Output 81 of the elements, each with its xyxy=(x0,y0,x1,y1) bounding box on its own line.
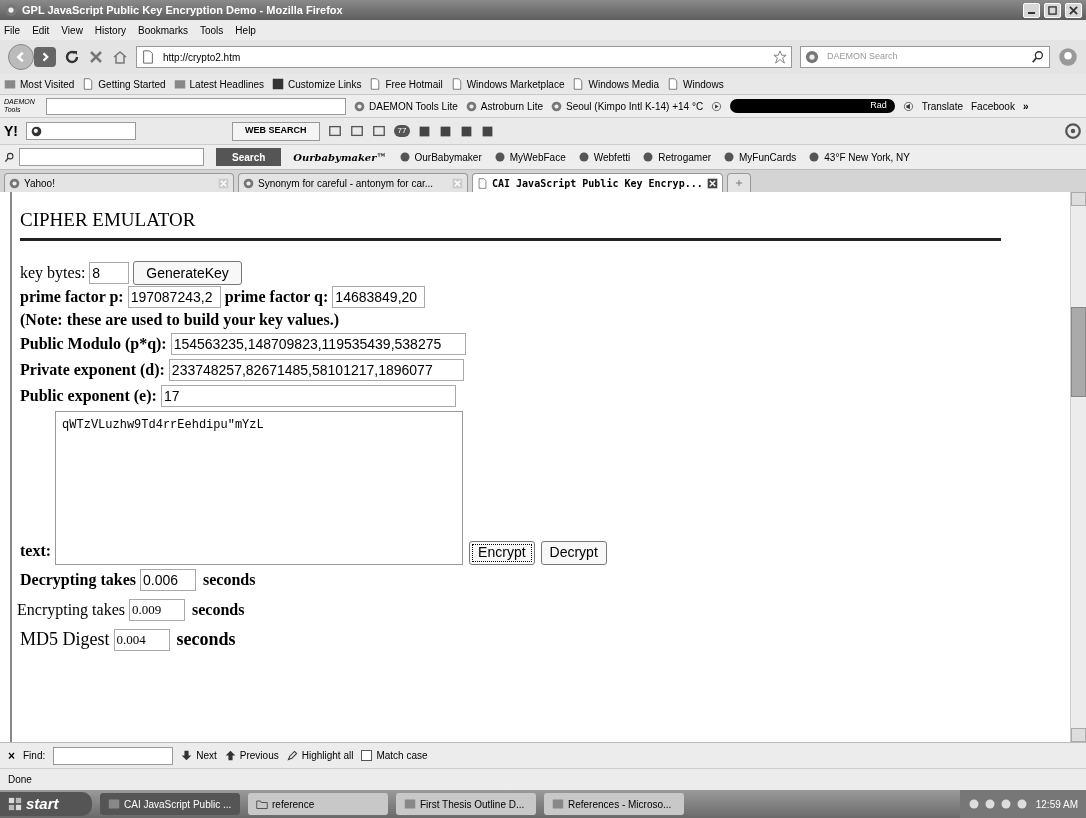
field-label: Private exponent (d): xyxy=(20,359,165,381)
radio-station-button[interactable]: Rad xyxy=(730,99,895,113)
taskbar-item[interactable]: First Thesis Outline D... xyxy=(396,793,536,815)
action-button[interactable]: Decrypt xyxy=(540,540,607,565)
find-label: Find: xyxy=(23,749,46,763)
pen-button[interactable]: Highlight all xyxy=(286,748,354,763)
field-label: Public exponent (e): xyxy=(20,385,157,407)
field-label: Public Modulo (p*q): xyxy=(20,333,167,355)
status-text: Done xyxy=(8,773,32,787)
browser-tab[interactable]: Yahoo! xyxy=(4,173,234,192)
bookmark-item[interactable]: Latest Headlines xyxy=(173,76,265,92)
browser-tab[interactable]: Synonym for careful - antonym for car... xyxy=(238,173,468,192)
toolbar-item[interactable]: Webfetti xyxy=(577,149,631,165)
browser-tab[interactable]: CAI JavaScript Public Key Encryp... xyxy=(472,173,723,192)
toolbar-item[interactable]: Seoul (Kimpo Intl K-14) +14 °C xyxy=(551,98,704,114)
page-heading: CIPHER EMULATOR xyxy=(20,208,197,232)
menu-item[interactable]: Help xyxy=(235,22,256,38)
close-button[interactable]: × xyxy=(8,746,15,765)
bookmark-item[interactable]: Windows Marketplace xyxy=(450,76,565,92)
clock-text: 12:59 AM xyxy=(1035,797,1078,812)
field-label: MD5 Digest xyxy=(20,628,110,651)
input-field[interactable]: 233748257,82671485,58101217,1896077 xyxy=(168,358,464,381)
toolbar-item[interactable]: Astroburn Lite xyxy=(465,98,543,114)
field-label: text: xyxy=(20,540,52,561)
taskbar-item[interactable]: CAI JavaScript Public ... xyxy=(100,793,240,815)
menu-item[interactable]: File xyxy=(4,22,21,38)
input-field[interactable]: 14683849,20 xyxy=(332,286,426,308)
search-placeholder: DAEMON Search xyxy=(827,50,899,64)
field-label: Encrypting takes xyxy=(17,599,125,621)
bookmark-item[interactable]: Windows Media xyxy=(572,76,660,92)
time-field[interactable]: 0.006 xyxy=(140,568,196,591)
menu-item[interactable]: Bookmarks xyxy=(138,22,188,38)
search-button[interactable]: Search xyxy=(216,148,282,166)
field-label: prime factor q: xyxy=(224,287,329,308)
input-field[interactable]: 8 xyxy=(89,262,130,284)
time-field[interactable]: 0.009 xyxy=(128,598,185,621)
address-bar[interactable]: http://crypto2.htm xyxy=(136,46,792,68)
down-arrow-button[interactable]: Next xyxy=(181,748,217,763)
bookmark-item[interactable]: Windows xyxy=(667,76,724,92)
url-text: http://crypto2.htm xyxy=(163,50,242,65)
toolbar-item[interactable]: DAEMON Tools Lite xyxy=(354,98,458,114)
input-field[interactable]: 17 xyxy=(160,384,456,407)
menu-item[interactable]: View xyxy=(61,22,83,38)
toolbar-item[interactable]: OurBabymaker xyxy=(398,149,482,165)
bookmark-item[interactable]: Getting Started xyxy=(82,76,166,92)
field-label: Decrypting takes xyxy=(20,569,136,591)
bookmark-item[interactable]: Customize Links xyxy=(272,76,362,92)
match-case-checkbox[interactable]: Match case xyxy=(361,748,428,763)
generate-key-button[interactable]: GenerateKey xyxy=(133,261,242,285)
bookmark-item[interactable]: Most Visited xyxy=(4,76,75,92)
menu-item[interactable]: Edit xyxy=(32,22,50,38)
menu-item[interactable]: History xyxy=(94,22,126,38)
yahoo-logo: Y! xyxy=(4,121,18,141)
input-field[interactable]: 154563235,148709823,119535439,538275 xyxy=(170,332,466,355)
start-button[interactable]: start xyxy=(0,792,92,816)
taskbar-item[interactable]: References - Microso... xyxy=(544,793,684,815)
field-label: prime factor p: xyxy=(20,287,124,308)
field-label: key bytes: xyxy=(20,263,86,284)
note-text: (Note: these are used to build your key values.) xyxy=(20,309,339,331)
toolbar-item[interactable]: MyFunCards xyxy=(723,149,797,165)
toolbar-item[interactable]: Retrogamer xyxy=(642,149,712,165)
more-button[interactable]: » xyxy=(1022,98,1029,114)
unit-label: seconds xyxy=(203,569,256,590)
input-field[interactable]: 197087243,2 xyxy=(127,286,221,308)
brand-logo: Ourbabymaker™ xyxy=(293,150,387,165)
menu-item[interactable]: Tools xyxy=(200,22,224,38)
toolbar-item[interactable]: 43°F New York, NY xyxy=(808,149,910,165)
web-search-button[interactable]: WEB SEARCH xyxy=(232,121,320,141)
up-arrow-button[interactable]: Previous xyxy=(224,748,279,763)
text-area[interactable]: qWTzVLuzhw9Td4rrEehdipu"mYzL xyxy=(55,410,464,565)
bookmark-item[interactable]: Free Hotmail xyxy=(369,76,443,92)
unit-label: seconds xyxy=(191,599,245,620)
time-field[interactable]: 0.004 xyxy=(113,628,170,651)
taskbar-item[interactable]: reference xyxy=(248,793,388,815)
window-title: GPL JavaScript Public Key Encryption Demo - Mozilla Firefox xyxy=(22,2,344,18)
action-button[interactable]: Encrypt xyxy=(469,540,535,565)
unit-label: seconds xyxy=(176,628,236,651)
notification-badge: 77 xyxy=(393,125,411,137)
facebook-button[interactable]: Facebook xyxy=(971,98,1015,114)
translate-button[interactable]: Translate xyxy=(921,98,963,114)
toolbar-item[interactable]: MyWebFace xyxy=(493,149,566,165)
